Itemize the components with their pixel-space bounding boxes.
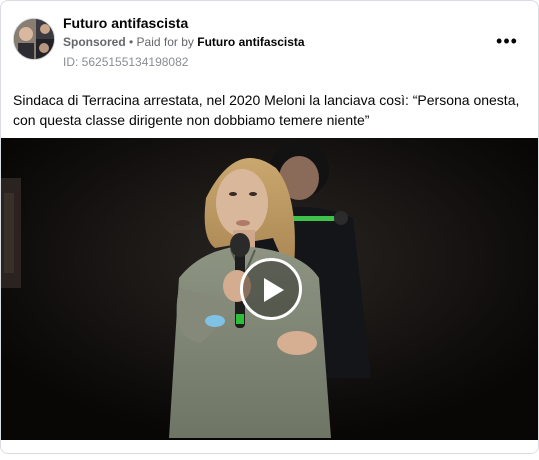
play-icon xyxy=(264,278,284,302)
sponsored-info: Sponsored • Paid for by Futuro antifasci… xyxy=(63,35,305,49)
page-name-link[interactable]: Futuro antifascista xyxy=(63,15,188,31)
sponsored-label: Sponsored xyxy=(63,35,126,49)
more-options-button[interactable]: ••• xyxy=(491,29,523,53)
sponsored-post-card: Futuro antifascista Sponsored • Paid for… xyxy=(0,0,539,454)
ad-body-text: Sindaca di Terracina arrestata, nel 2020… xyxy=(13,92,520,128)
paid-for-name[interactable]: Futuro antifascista xyxy=(197,35,304,49)
video-player[interactable] xyxy=(1,138,538,440)
card-footer xyxy=(1,440,538,453)
paid-for-prefix: Paid for by xyxy=(136,35,198,49)
page-avatar[interactable] xyxy=(13,18,55,60)
avatar-image xyxy=(14,19,54,59)
play-button[interactable] xyxy=(240,258,302,320)
ad-id: ID: 5625155134198082 xyxy=(63,55,189,69)
more-horizontal-icon: ••• xyxy=(496,31,518,51)
meta-separator: • xyxy=(125,35,137,49)
